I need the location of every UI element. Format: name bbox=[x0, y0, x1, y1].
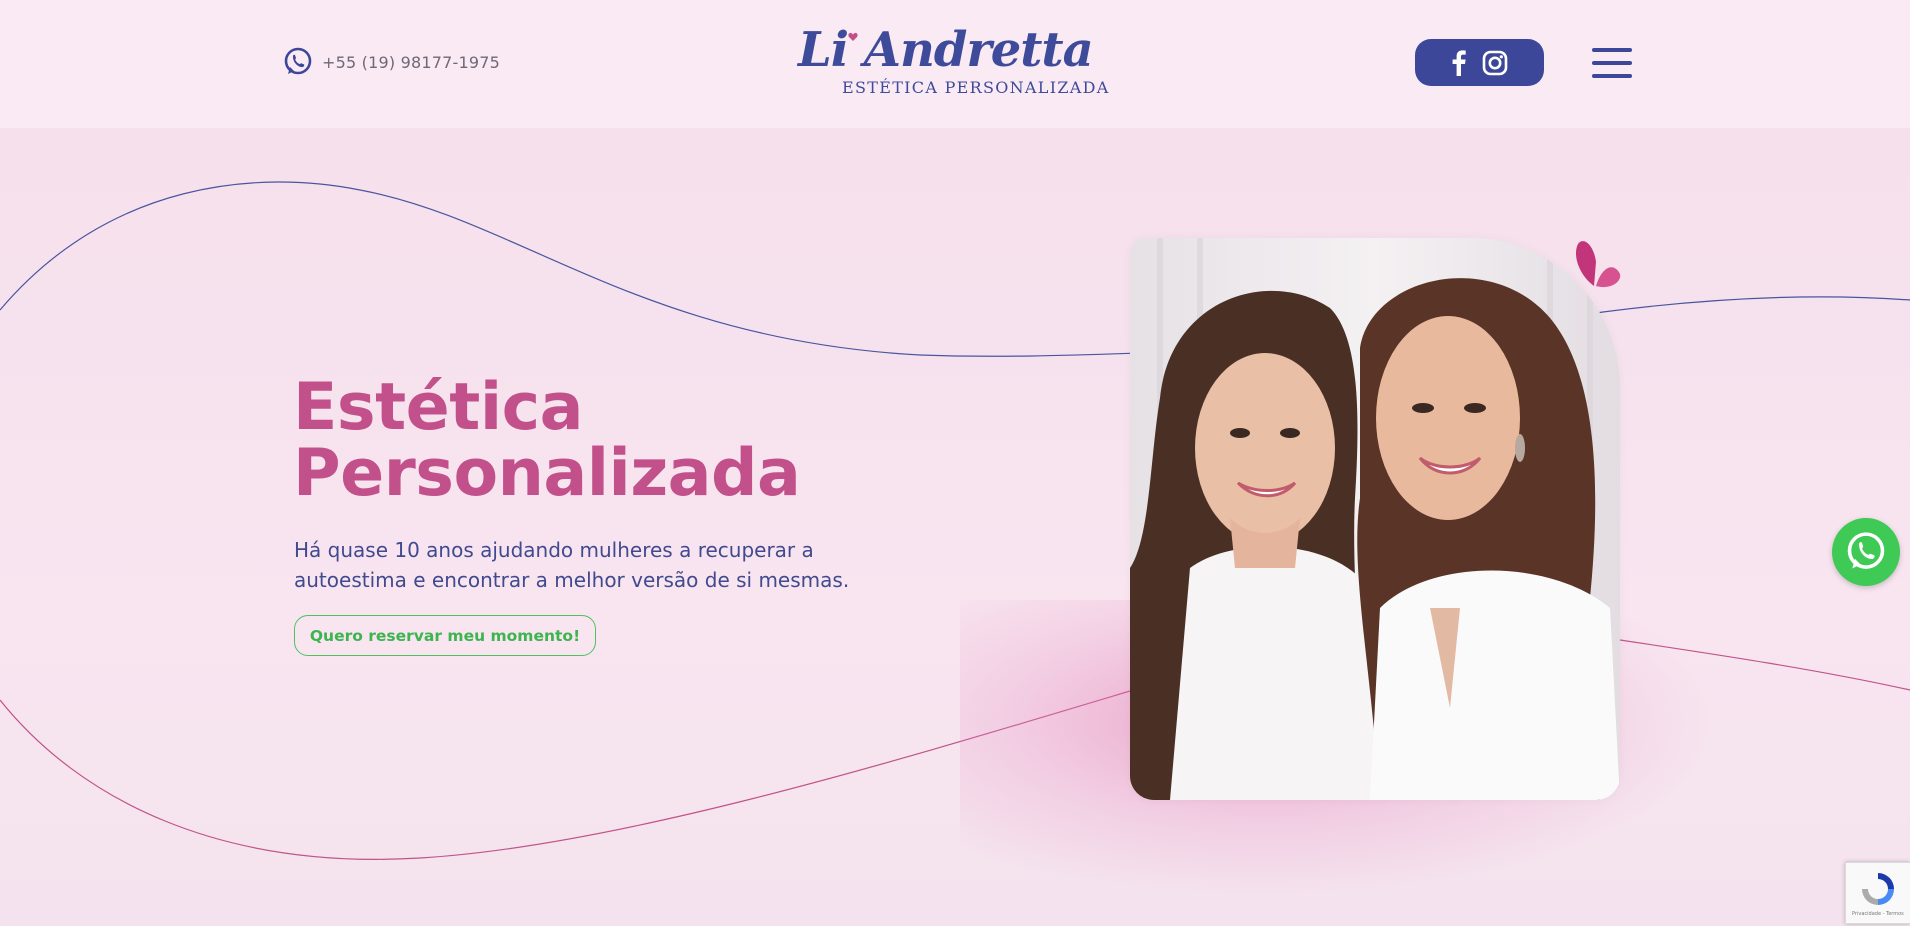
hamburger-menu-icon[interactable] bbox=[1592, 48, 1632, 78]
whatsapp-phone-icon bbox=[284, 47, 312, 75]
hero-title: Estética Personalizada bbox=[293, 370, 801, 511]
hero-subtitle: Há quase 10 anos ajudando mulheres a rec… bbox=[294, 538, 850, 592]
heart-icon bbox=[848, 32, 858, 41]
hero-photo bbox=[1130, 238, 1620, 800]
hero-title-line-2: Personalizada bbox=[293, 436, 801, 511]
instagram-icon[interactable] bbox=[1482, 50, 1508, 76]
hero-photo-illustration bbox=[1130, 238, 1620, 800]
reserve-cta-button[interactable]: Quero reservar meu momento! bbox=[294, 615, 596, 656]
phone-number: +55 (19) 98177-1975 bbox=[322, 52, 500, 72]
butterfly-icon bbox=[1575, 241, 1621, 288]
facebook-icon[interactable] bbox=[1452, 49, 1466, 76]
phone-contact[interactable]: +55 (19) 98177-1975 bbox=[282, 46, 500, 78]
whatsapp-floating-button[interactable] bbox=[1832, 518, 1900, 586]
logo-tagline: ESTÉTICA PERSONALIZADA bbox=[842, 78, 1110, 97]
whatsapp-icon bbox=[1847, 532, 1885, 569]
social-links bbox=[1415, 39, 1544, 86]
site-logo[interactable]: Li Andretta ESTÉTICA PERSONALIZADA bbox=[790, 22, 1110, 102]
recaptcha-badge[interactable]: Privacidade - Termos bbox=[1845, 862, 1910, 924]
recaptcha-text[interactable]: Privacidade - Termos bbox=[1852, 911, 1904, 917]
recaptcha-icon bbox=[1862, 873, 1894, 905]
site-header: +55 (19) 98177-1975 Li Andretta ESTÉTICA… bbox=[0, 0, 1910, 128]
hero-title-line-1: Estética bbox=[293, 370, 584, 445]
logo-script-text: Li Andretta bbox=[798, 22, 1094, 78]
